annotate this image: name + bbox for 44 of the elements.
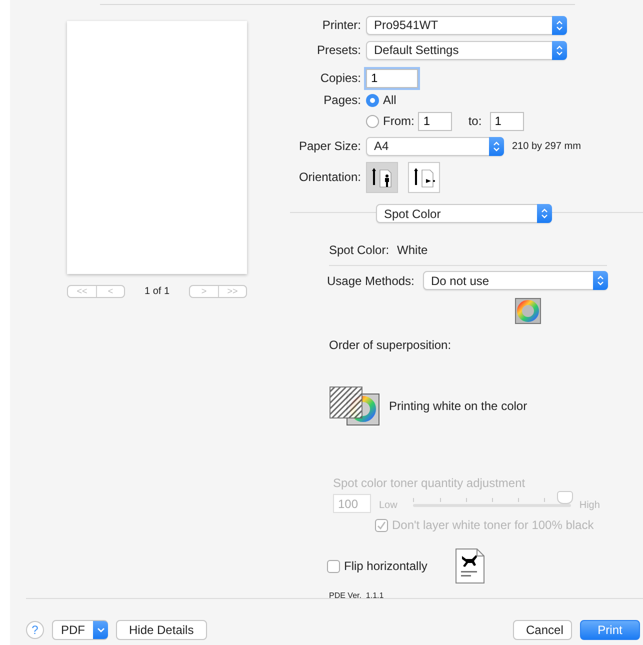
field-label: Pages: [322,92,362,109]
up-down-arrows-icon [556,20,563,30]
up-down-arrows-icon [597,275,604,286]
field-label: Presets: [316,42,362,59]
spot-color-value: White [397,242,428,259]
high-label: High [579,499,600,513]
chevron-down-icon [96,627,104,633]
presets-popup[interactable]: Default Settings [366,40,567,60]
checkmark-icon [377,520,386,530]
paper-size-popup[interactable]: A4 [366,136,504,156]
low-label: Low [379,499,398,513]
color-wheel-icon [515,298,541,324]
page-indicator: 1 of 1 [144,285,170,299]
order-option-text: Printing white on the color [389,398,528,415]
pdf-menu-button[interactable]: PDF [52,620,108,640]
landscape-button[interactable] [408,162,440,192]
radio-option[interactable]: All [366,91,396,109]
paper-dimensions: 210 by 297 mm [512,140,581,154]
from-field[interactable]: 1 [418,112,452,130]
field-label: Paper Size: [298,138,362,155]
toner-adjustment-title: Spot color toner quantity adjustment [333,475,526,492]
to-field[interactable]: 1 [490,112,524,130]
field-label: Printer: [321,17,362,34]
copies-field[interactable]: 1 [366,68,418,88]
spot-color-label: Spot Color: [329,242,390,259]
cancel-button[interactable]: Cancel [513,620,572,640]
order-label: Order of superposition: [329,337,452,354]
flip-checkbox[interactable]: Flip horizontally [327,557,428,575]
up-down-arrows-icon [541,208,548,219]
printer-popup[interactable]: Pro9541WT [366,16,567,34]
flipped-document-icon [455,548,486,584]
to-label: to: [468,113,482,130]
superposition-icon [329,386,381,426]
section-popup[interactable]: Spot Color [376,204,552,223]
pde-version: PDE Ver. 1.1.1 [329,590,385,602]
radio-option[interactable]: From: [366,112,414,130]
up-down-arrows-icon [556,44,563,56]
usage-methods-popup[interactable]: Do not use [423,271,608,290]
field-label: Copies: [319,70,362,87]
field-label: Orientation: [298,169,362,186]
hide-details-button[interactable]: Hide Details [116,620,207,640]
portrait-button[interactable] [366,162,398,192]
usage-methods-label: Usage Methods: [327,272,416,290]
up-down-arrows-icon [493,140,500,152]
